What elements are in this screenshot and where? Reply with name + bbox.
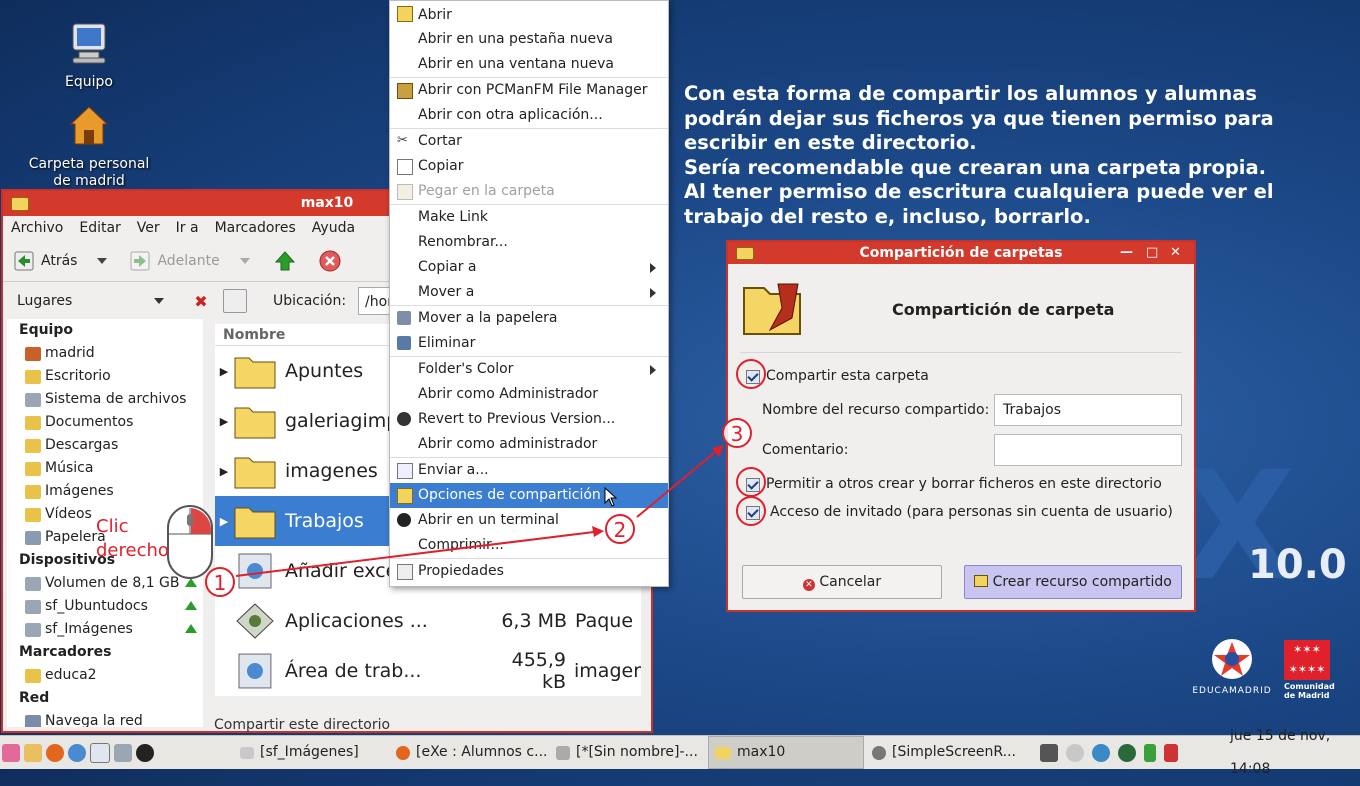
- recorder-icon: [872, 745, 886, 760]
- cloud-icon[interactable]: [1066, 743, 1084, 762]
- system-tray: [1040, 736, 1178, 769]
- annotation-arrows: [235, 445, 724, 577]
- task-sf-imagenes[interactable]: [sf_Imágenes]: [240, 736, 359, 769]
- folder-icon: [715, 746, 731, 759]
- step-3-marker: 3: [722, 418, 752, 448]
- step-2-marker: 2: [605, 514, 635, 544]
- chromium-icon[interactable]: [68, 743, 86, 762]
- highlight-guest-checkbox: [736, 496, 766, 526]
- taskbar: [sf_Imágenes] [eXe : Alumnos c... [*[Sin…: [0, 728, 1360, 777]
- text-editor-icon[interactable]: [24, 743, 42, 762]
- image-editor-icon: [556, 745, 570, 760]
- menu-icon[interactable]: [2, 743, 20, 762]
- arrow-1-to-2: [235, 530, 603, 577]
- browser-icon: [396, 745, 410, 760]
- click-hint-line2: derecho: [96, 540, 169, 561]
- arrow-2-to-3: [636, 447, 721, 518]
- screenshot-icon[interactable]: [114, 743, 132, 762]
- task-max10[interactable]: max10: [708, 736, 864, 769]
- clock[interactable]: jue 15 de nov, 14:08: [1230, 728, 1360, 777]
- task-sin-nombre[interactable]: [*[Sin nombre]-...: [556, 736, 698, 769]
- highlight-share-checkbox: [736, 359, 766, 389]
- globe-icon[interactable]: [1118, 743, 1136, 762]
- network-tray-icon[interactable]: [1040, 743, 1058, 762]
- highlight-write-checkbox: [736, 467, 766, 497]
- task-exe[interactable]: [eXe : Alumnos c...: [396, 736, 547, 769]
- arrowhead-3: [712, 445, 724, 457]
- mouse-right-click-icon: [167, 505, 213, 579]
- folder-icon: [240, 746, 254, 759]
- firefox-icon[interactable]: [46, 743, 64, 762]
- launcher-group: [2, 736, 154, 769]
- arrowhead-2: [592, 526, 604, 537]
- notes-icon[interactable]: [90, 742, 110, 763]
- click-hint-line1: Clic: [96, 516, 129, 537]
- volume-icon[interactable]: [1164, 743, 1178, 762]
- battery-icon[interactable]: [1144, 743, 1156, 762]
- sync-icon[interactable]: [1092, 743, 1110, 762]
- task-simplescreenrecorder[interactable]: [SimpleScreenR...: [872, 736, 1016, 769]
- terminal-icon[interactable]: [136, 743, 154, 762]
